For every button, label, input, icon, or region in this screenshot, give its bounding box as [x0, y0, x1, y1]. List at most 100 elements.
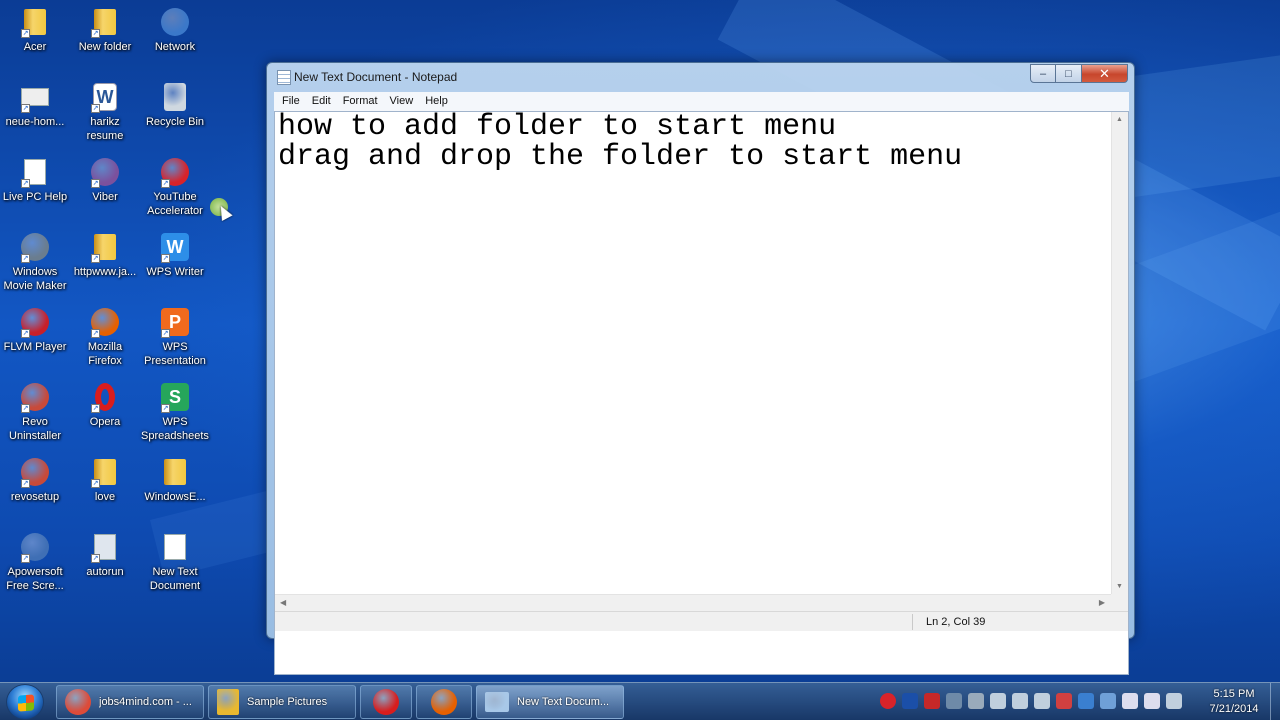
taskbar-button[interactable]: Sample Pictures [208, 685, 356, 719]
desktop-icon[interactable]: P ↗ WPS Presentation [140, 302, 210, 374]
desktop-icon[interactable]: ↗ Mozilla Firefox [70, 302, 140, 374]
desktop-icon[interactable]: ↗ Live PC Help [0, 152, 70, 224]
notepad-window[interactable]: New Text Document - Notepad – □ ✕ File Ed… [266, 62, 1135, 675]
desktop-icon-label: WPS Presentation [144, 341, 206, 367]
clock[interactable]: 5:15 PM 7/21/2014 [1198, 687, 1270, 717]
maximize-button[interactable]: □ [1056, 64, 1082, 83]
word-document-icon: W ↗ [89, 81, 121, 113]
volume-icon[interactable] [990, 693, 1006, 709]
desktop-icon-label: Mozilla Firefox [87, 341, 123, 367]
pdf-tray-icon[interactable] [924, 693, 940, 709]
menu-format[interactable]: Format [337, 92, 384, 111]
desktop-icon[interactable]: S ↗ WPS Spreadsheets [140, 377, 210, 449]
shield-icon[interactable] [1100, 693, 1116, 709]
apowersoft-icon: ↗ [19, 531, 51, 563]
desktop-icon[interactable]: ↗ YouTube Accelerator [140, 152, 210, 224]
desktop-icon-label: love [94, 491, 116, 503]
taskbar-button[interactable]: jobs4mind.com - ... [56, 685, 204, 719]
notepad-icon[interactable] [277, 70, 291, 85]
clipboard-icon[interactable] [1122, 693, 1138, 709]
scroll-right-arrow-icon[interactable]: ▶ [1099, 598, 1105, 607]
horizontal-scrollbar[interactable]: ◀ ▶ [275, 594, 1111, 611]
desktop-icon-label: Opera [89, 416, 121, 428]
desktop-icon[interactable]: W ↗ harikz resume [70, 77, 140, 149]
clock-date: 7/21/2014 [1209, 703, 1259, 715]
scroll-down-arrow-icon[interactable]: ▼ [1116, 583, 1123, 590]
desktop-icon[interactable]: ↗ neue-hom... [0, 77, 70, 149]
menu-view[interactable]: View [384, 92, 420, 111]
display-icon[interactable] [1012, 693, 1028, 709]
desktop-icon-label: Acer [23, 41, 47, 53]
desktop-icon[interactable]: ↗ autorun [70, 527, 140, 599]
desktop-icon[interactable]: ↗ revosetup [0, 452, 70, 524]
speaker-icon[interactable] [1034, 693, 1050, 709]
desktop-icon[interactable]: Recycle Bin [140, 77, 210, 149]
menu-edit[interactable]: Edit [306, 92, 337, 111]
windows-update-icon[interactable] [1078, 693, 1094, 709]
usb-tray-icon[interactable] [946, 693, 962, 709]
minimize-button[interactable]: – [1030, 64, 1056, 83]
shortcut-arrow-icon: ↗ [161, 329, 170, 338]
desktop-icon-label: Windows Movie Maker [3, 266, 67, 292]
show-desktop-button[interactable] [1270, 683, 1280, 720]
shortcut-arrow-icon: ↗ [21, 404, 30, 413]
desktop-icon[interactable]: ↗ Acer [0, 2, 70, 74]
network-drive-icon[interactable] [968, 693, 984, 709]
scroll-left-arrow-icon[interactable]: ◀ [280, 598, 286, 607]
wps-spreadsheets-icon: S ↗ [159, 381, 191, 413]
vertical-scrollbar[interactable]: ▲ ▼ [1111, 112, 1128, 594]
opera-icon: ↗ [89, 381, 121, 413]
flvm-player-icon: ↗ [19, 306, 51, 338]
folder-icon: ↗ [89, 6, 121, 38]
movie-maker-icon: ↗ [19, 231, 51, 263]
desktop-icon[interactable]: ↗ Windows Movie Maker [0, 227, 70, 299]
desktop-icon[interactable]: ↗ Revo Uninstaller [0, 377, 70, 449]
desktop-icon[interactable]: ↗ love [70, 452, 140, 524]
text-editor[interactable]: how to add folder to start menu drag and… [274, 111, 1129, 675]
firefox-icon [431, 689, 457, 715]
desktop-icon[interactable]: ↗ Apowersoft Free Scre... [0, 527, 70, 599]
taskbar-button[interactable] [360, 685, 412, 719]
desktop-icon[interactable]: ↗ FLVM Player [0, 302, 70, 374]
desktop-icon-label: autorun [86, 566, 124, 578]
shortcut-arrow-icon: ↗ [91, 479, 100, 488]
desktop-icon[interactable]: ↗ New folder [70, 2, 140, 74]
monitor-icon[interactable] [1166, 693, 1182, 709]
youtube-accelerator-tray-icon[interactable] [880, 693, 896, 709]
folder-icon [217, 689, 239, 715]
shortcut-arrow-icon: ↗ [21, 329, 30, 338]
desktop-icon[interactable]: Network [140, 2, 210, 74]
bluetooth-icon[interactable] [902, 693, 918, 709]
desktop-icon[interactable]: ↗ Opera [70, 377, 140, 449]
desktop-icon-label: WPS Writer [146, 266, 204, 278]
desktop-icon[interactable]: ↗ Viber [70, 152, 140, 224]
title-bar[interactable]: New Text Document - Notepad – □ ✕ [267, 63, 1134, 91]
scrollbar-corner [1111, 594, 1128, 611]
scroll-up-arrow-icon[interactable]: ▲ [1116, 116, 1123, 123]
start-button[interactable] [6, 684, 44, 720]
shortcut-arrow-icon: ↗ [91, 179, 100, 188]
desktop-icon[interactable]: New Text Document [140, 527, 210, 599]
wps-writer-icon: W ↗ [159, 231, 191, 263]
desktop-icon[interactable]: WindowsE... [140, 452, 210, 524]
flag-icon[interactable] [1056, 693, 1072, 709]
firefox-icon: ↗ [89, 306, 121, 338]
taskbar-button[interactable]: New Text Docum... [476, 685, 624, 719]
desktop-icon-label: httpwww.ja... [73, 266, 137, 278]
taskbar: jobs4mind.com - ... Sample Pictures New Te… [0, 682, 1280, 720]
clock-time: 5:15 PM [1213, 688, 1255, 700]
chrome-icon [65, 689, 91, 715]
menu-file[interactable]: File [276, 92, 306, 111]
desktop-icon-label: FLVM Player [3, 341, 67, 353]
close-button[interactable]: ✕ [1082, 64, 1128, 83]
system-tray [880, 693, 1182, 711]
autorun-icon: ↗ [89, 531, 121, 563]
desktop-icon[interactable]: ↗ httpwww.ja... [70, 227, 140, 299]
signal-icon[interactable] [1144, 693, 1160, 709]
desktop-icon-label: Viber [92, 191, 118, 203]
menu-help[interactable]: Help [419, 92, 454, 111]
desktop-icon[interactable]: W ↗ WPS Writer [140, 227, 210, 299]
taskbar-button[interactable] [416, 685, 472, 719]
document-text[interactable]: how to add folder to start menu drag and… [278, 112, 1108, 592]
opera-icon [373, 689, 399, 715]
